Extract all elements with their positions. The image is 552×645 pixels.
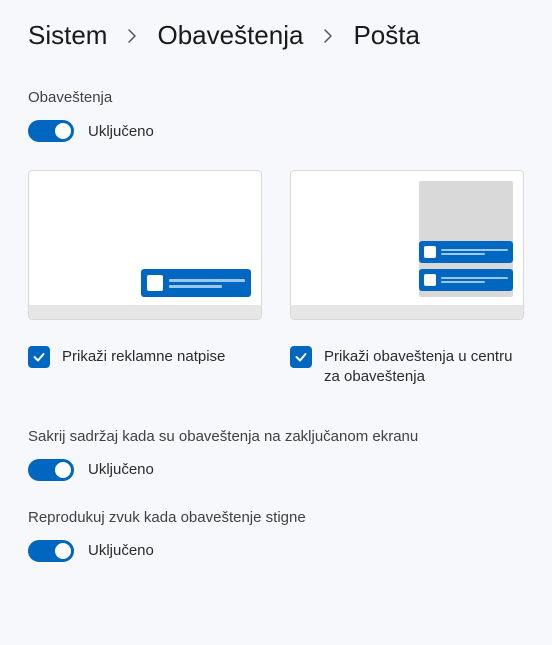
notifications-toggle[interactable] — [28, 120, 74, 142]
hide-content-label: Sakrij sadržaj kada su obaveštenja na za… — [28, 428, 524, 445]
banner-toast-icon — [141, 269, 251, 297]
hide-content-toggle[interactable] — [28, 459, 74, 481]
check-icon — [32, 350, 46, 364]
taskbar-icon — [29, 305, 261, 319]
show-action-center-label: Prikaži obaveštenja u centru za obavešte… — [324, 346, 524, 388]
breadcrumb-notifications[interactable]: Obaveštenja — [157, 20, 303, 51]
breadcrumb: Sistem Obaveštenja Pošta — [28, 20, 524, 51]
chevron-right-icon — [127, 28, 137, 44]
play-sound-state: Uključeno — [88, 542, 154, 559]
notifications-label: Obaveštenja — [28, 89, 524, 106]
action-center-items-icon — [419, 241, 513, 297]
check-icon — [294, 350, 308, 364]
show-banners-label: Prikaži reklamne natpise — [62, 346, 225, 367]
show-banners-checkbox[interactable] — [28, 346, 50, 368]
play-sound-label: Reprodukuj zvuk kada obaveštenje stigne — [28, 509, 524, 526]
preview-banners[interactable] — [28, 170, 262, 320]
hide-content-state: Uključeno — [88, 461, 154, 478]
breadcrumb-system[interactable]: Sistem — [28, 20, 107, 51]
show-action-center-checkbox[interactable] — [290, 346, 312, 368]
taskbar-icon — [291, 305, 523, 319]
breadcrumb-mail: Pošta — [353, 20, 420, 51]
preview-action-center[interactable] — [290, 170, 524, 320]
chevron-right-icon — [323, 28, 333, 44]
notifications-state: Uključeno — [88, 123, 154, 140]
play-sound-toggle[interactable] — [28, 540, 74, 562]
